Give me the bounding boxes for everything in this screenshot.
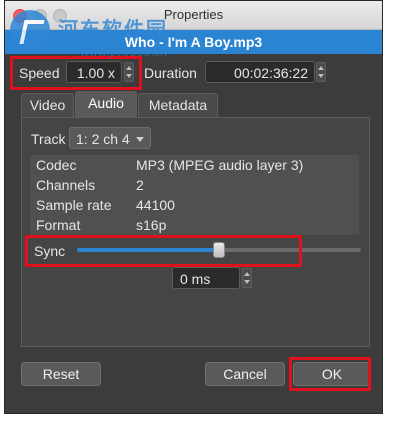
info-row-codec: Codec MP3 (MPEG audio layer 3) <box>30 155 359 175</box>
info-value: 44100 <box>136 197 175 213</box>
duration-label: Duration <box>144 65 197 81</box>
sync-offset-stepper[interactable] <box>242 268 252 288</box>
info-row-channels: Channels 2 <box>30 175 359 195</box>
sync-highlight-box <box>25 235 302 267</box>
sync-offset-field[interactable]: 0 ms <box>172 267 240 289</box>
watermark: 河东软件园 www.pc0359.cn <box>10 10 250 65</box>
info-key: Codec <box>36 157 77 173</box>
track-value: 1: 2 ch 4 <box>76 131 130 147</box>
tab-audio[interactable]: Audio <box>75 91 137 117</box>
info-value: MP3 (MPEG audio layer 3) <box>136 157 304 173</box>
info-row-sample-rate: Sample rate 44100 <box>30 195 359 215</box>
info-key: Format <box>36 217 81 233</box>
reset-button[interactable]: Reset <box>21 362 101 386</box>
sync-offset-value: 0 ms <box>180 271 211 287</box>
track-select[interactable]: 1: 2 ch 4 <box>69 127 151 149</box>
duration-value: 00:02:36:22 <box>234 65 308 81</box>
duration-stepper[interactable] <box>316 62 326 82</box>
info-key: Channels <box>36 177 96 193</box>
info-value: s16p <box>136 217 167 233</box>
tab-metadata[interactable]: Metadata <box>138 93 218 117</box>
chevron-down-icon <box>136 137 144 142</box>
info-key: Sample rate <box>36 197 112 213</box>
watermark-url: www.pc0359.cn <box>80 46 168 59</box>
watermark-logo-icon <box>10 10 50 50</box>
cancel-button[interactable]: Cancel <box>205 362 285 386</box>
ok-highlight-box <box>289 357 371 391</box>
tab-video[interactable]: Video <box>21 93 74 117</box>
track-label: Track <box>31 131 66 147</box>
watermark-name: 河东软件园 <box>58 17 168 41</box>
info-row-format: Format s16p <box>30 215 359 235</box>
info-value: 2 <box>136 177 144 193</box>
audio-info-table: Codec MP3 (MPEG audio layer 3) Channels … <box>30 155 359 235</box>
